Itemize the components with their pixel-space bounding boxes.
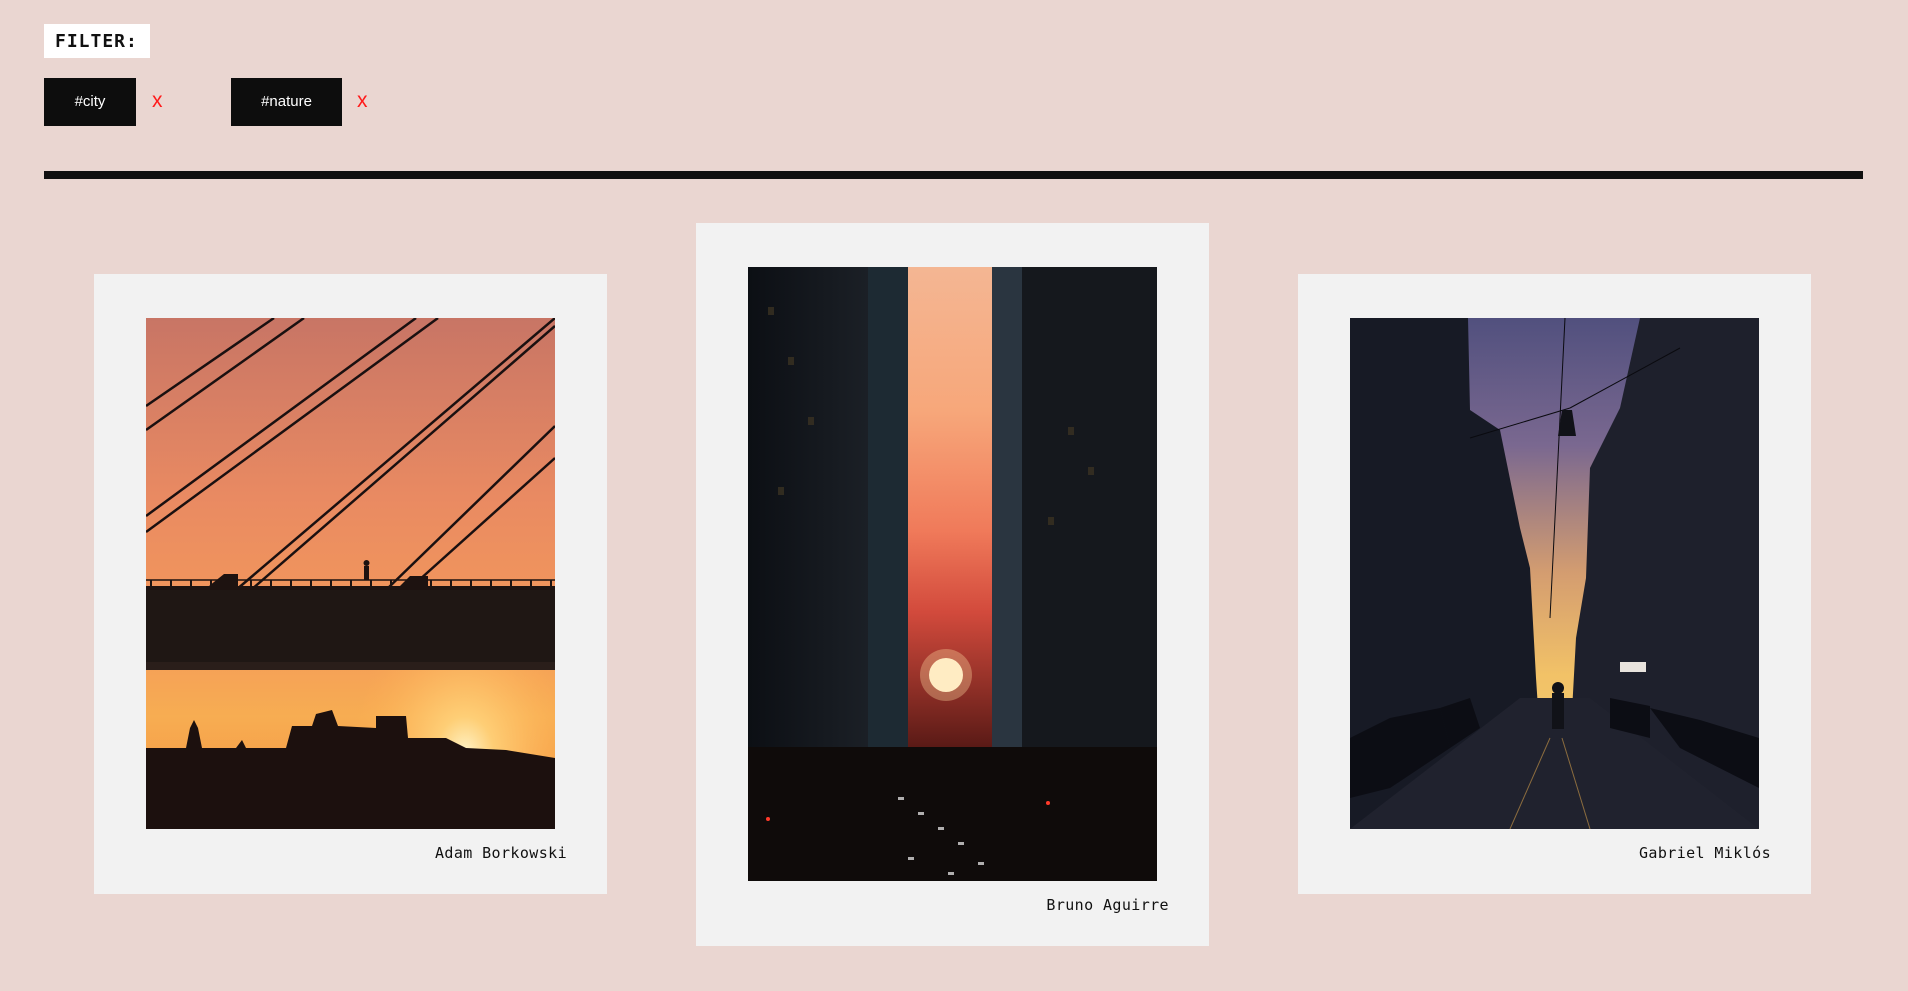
tag-chip-city[interactable]: #city: [41, 75, 139, 129]
photo-card[interactable]: Adam Borkowski: [94, 274, 607, 894]
tag-chip-label: #nature: [261, 93, 312, 110]
header-divider: [44, 171, 1863, 179]
photo-street-evening: [1350, 318, 1759, 829]
remove-tag-nature-button[interactable]: x: [357, 87, 368, 115]
photo-card[interactable]: Gabriel Miklós: [1298, 274, 1811, 894]
photo-bridge-sunset-image: [146, 318, 555, 829]
photo-city-canyon-sunset: [748, 267, 1157, 881]
photo-credit: Adam Borkowski: [434, 844, 567, 862]
photo-card[interactable]: Bruno Aguirre: [696, 223, 1209, 946]
photo-credit: Bruno Aguirre: [1046, 896, 1169, 914]
photo-bridge-sunset: [146, 318, 555, 829]
photo-city-canyon-sunset-image: [748, 267, 1157, 881]
tag-chip-nature[interactable]: #nature: [228, 75, 345, 129]
filter-label: FILTER:: [44, 24, 150, 58]
remove-tag-city-button[interactable]: x: [152, 87, 163, 115]
photo-credit: Gabriel Miklós: [1638, 844, 1771, 862]
tag-chip-label: #city: [74, 93, 106, 110]
photo-street-evening-image: [1350, 318, 1759, 829]
